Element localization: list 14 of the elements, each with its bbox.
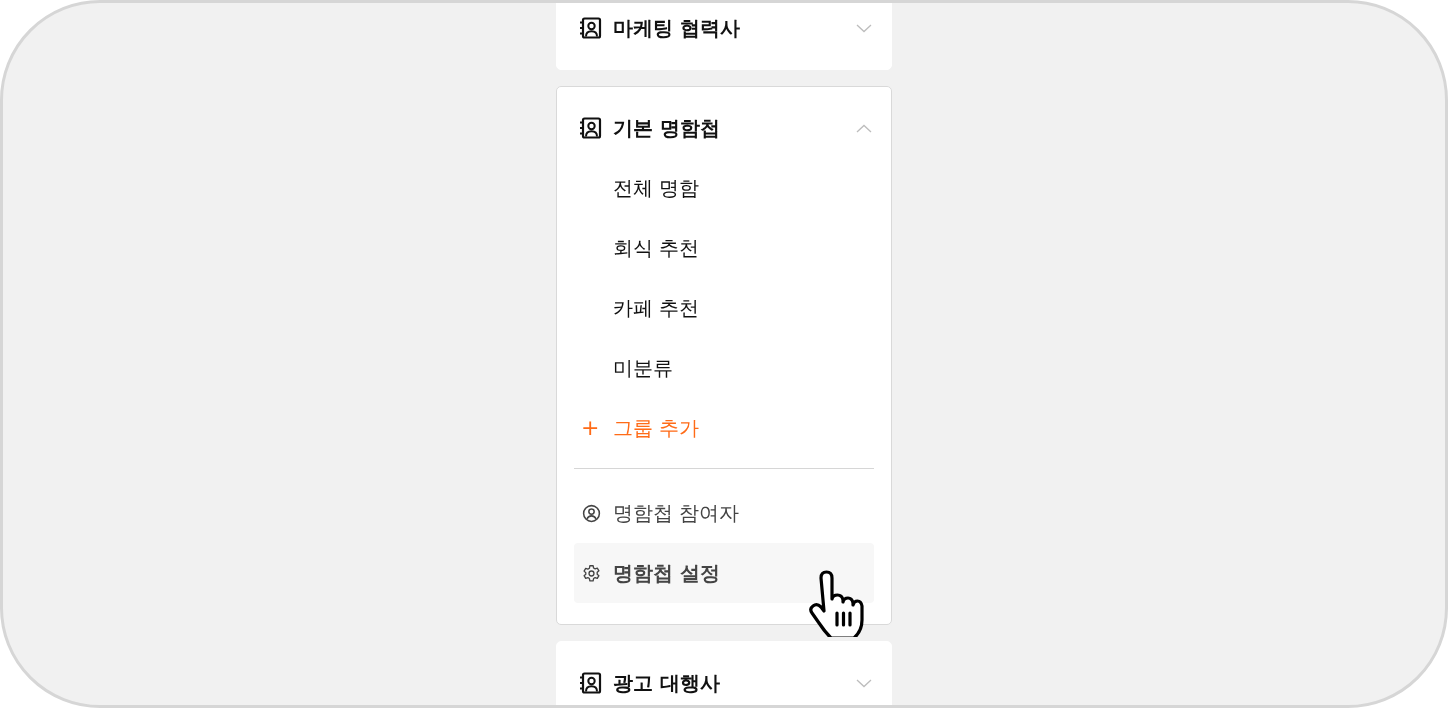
- group-item[interactable]: 미분류: [574, 338, 874, 398]
- menu-item[interactable]: 명함첩 참여자: [574, 483, 874, 543]
- person-circle-icon: [582, 503, 601, 523]
- gear-icon: [582, 563, 601, 583]
- plus-icon: +: [581, 417, 599, 439]
- contact-book-icon: [578, 16, 603, 40]
- group-item[interactable]: 카페 추천: [574, 278, 874, 338]
- contact-book-icon: [578, 671, 603, 695]
- category-header[interactable]: 마케팅 협력사: [574, 3, 874, 58]
- contact-book-icon: [578, 116, 603, 140]
- category-header[interactable]: 광고 대행사: [574, 653, 874, 705]
- category-header[interactable]: 기본 명함첩: [574, 98, 874, 158]
- group-item[interactable]: 전체 명함: [574, 158, 874, 218]
- group-item[interactable]: 회식 추천: [574, 218, 874, 278]
